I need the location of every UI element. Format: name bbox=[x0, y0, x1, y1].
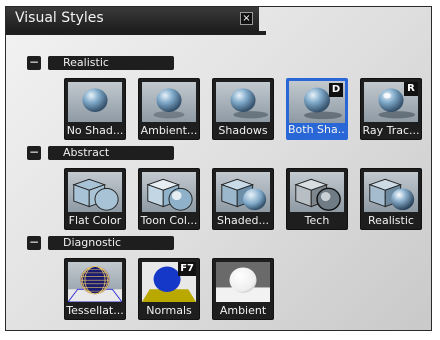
sphere-ambient-icon bbox=[142, 82, 196, 122]
cube-sphere-flat-icon bbox=[68, 172, 122, 212]
style-tile-white-sphere-ambient[interactable]: Ambient bbox=[212, 258, 274, 320]
style-tile-normals-sphere[interactable]: F7 Normals bbox=[138, 258, 200, 320]
tile-label: Ambient bbox=[219, 304, 267, 317]
style-tile-cube-sphere-shaded[interactable]: Shaded... bbox=[212, 168, 274, 230]
tile-label: No Shad... bbox=[66, 124, 124, 137]
wireframe-sphere-icon bbox=[68, 262, 122, 302]
tile-label: Tessellat... bbox=[66, 304, 124, 317]
visual-styles-palette: Visual Styles × − Realistic − Abstract −… bbox=[5, 6, 432, 331]
collapse-diagnostic-button[interactable]: − bbox=[27, 236, 41, 250]
shortcut-badge: F7 bbox=[178, 262, 196, 276]
tile-label: Ray Trac... bbox=[362, 124, 420, 137]
sphere-no-shadow-icon bbox=[68, 82, 122, 122]
tile-label: Normals bbox=[146, 304, 192, 317]
style-tile-cube-sphere-toon[interactable]: Toon Col... bbox=[138, 168, 200, 230]
style-tile-cube-sphere-realistic[interactable]: Realistic bbox=[360, 168, 422, 230]
style-tile-sphere-both-shadows[interactable]: D Both Sha... bbox=[286, 78, 348, 140]
cube-sphere-realistic-icon bbox=[364, 172, 418, 212]
collapse-realistic-button[interactable]: − bbox=[27, 56, 41, 70]
tile-label: Ambient... bbox=[140, 124, 198, 137]
style-tile-sphere-shadows[interactable]: Shadows bbox=[212, 78, 274, 140]
tile-label: Shaded... bbox=[217, 214, 269, 227]
style-tile-cube-sphere-flat[interactable]: Flat Color bbox=[64, 168, 126, 230]
tile-label: Tech bbox=[304, 214, 330, 227]
shortcut-badge: R bbox=[404, 82, 418, 96]
close-button[interactable]: × bbox=[240, 12, 253, 25]
sphere-shadows-icon bbox=[216, 82, 270, 122]
tile-label: Realistic bbox=[368, 214, 414, 227]
shortcut-badge: D bbox=[329, 83, 343, 97]
style-tile-sphere-no-shadow[interactable]: No Shad... bbox=[64, 78, 126, 140]
style-tile-cube-sphere-tech[interactable]: Tech bbox=[286, 168, 348, 230]
cube-sphere-tech-icon bbox=[290, 172, 344, 212]
style-tile-wireframe-sphere[interactable]: Tessellat... bbox=[64, 258, 126, 320]
style-tile-sphere-ambient[interactable]: Ambient... bbox=[138, 78, 200, 140]
window-title: Visual Styles bbox=[15, 10, 104, 26]
style-tile-sphere-ray-traced[interactable]: R Ray Trac... bbox=[360, 78, 422, 140]
cube-sphere-shaded-icon bbox=[216, 172, 270, 212]
title-separator bbox=[6, 31, 266, 35]
white-sphere-ambient-icon bbox=[216, 262, 270, 302]
close-icon: × bbox=[242, 13, 251, 24]
tile-label: Both Sha... bbox=[288, 123, 346, 136]
cube-sphere-toon-icon bbox=[142, 172, 196, 212]
tile-label: Toon Col... bbox=[140, 214, 198, 227]
tile-label: Flat Color bbox=[68, 214, 122, 227]
group-label-diagnostic: Diagnostic bbox=[48, 236, 174, 250]
collapse-abstract-button[interactable]: − bbox=[27, 146, 41, 160]
group-label-realistic: Realistic bbox=[48, 56, 174, 70]
title-bar[interactable]: Visual Styles × bbox=[6, 7, 259, 31]
tile-label: Shadows bbox=[218, 124, 268, 137]
group-label-abstract: Abstract bbox=[48, 146, 174, 160]
